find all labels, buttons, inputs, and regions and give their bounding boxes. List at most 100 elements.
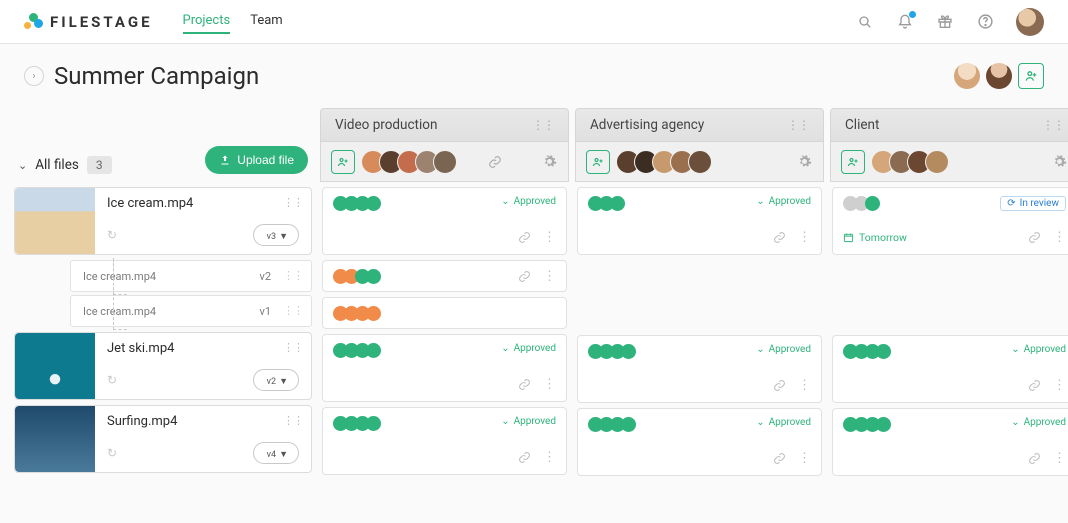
file-row[interactable]: Ice cream.mp4 ⋮⋮ ↻ v3▼ <box>14 187 312 255</box>
file-more-icon[interactable]: ⋮⋮ <box>283 414 303 427</box>
review-card[interactable]: ⌄ Approved ⋮ <box>832 408 1068 476</box>
search-icon[interactable] <box>856 13 874 31</box>
card-more-icon[interactable]: ⋮ <box>1053 378 1066 393</box>
link-icon[interactable] <box>770 449 788 467</box>
review-card[interactable]: ⌄ Approved ⋮ <box>577 187 822 255</box>
card-more-icon[interactable]: ⋮ <box>798 378 811 393</box>
review-dots <box>333 343 381 358</box>
chevron-down-icon: ⌄ <box>18 159 27 172</box>
review-card[interactable]: ⌄ Approved ⋮ <box>322 334 567 402</box>
file-version-row[interactable]: Ice cream.mp4 v1 ⋮⋮ <box>70 295 312 327</box>
file-count-badge: 3 <box>87 156 112 174</box>
notifications-icon[interactable] <box>896 13 914 31</box>
status-approved: ⌄ Approved <box>501 196 556 207</box>
status-in-review: ⟳ In review <box>1000 196 1066 211</box>
reviewer-avatars[interactable] <box>361 150 457 174</box>
nav-tabs: Projects Team <box>183 9 283 34</box>
link-icon[interactable] <box>515 448 533 466</box>
card-more-icon[interactable]: ⋮ <box>798 451 811 466</box>
file-more-icon[interactable]: ⋮⋮ <box>283 269 303 282</box>
stage-header[interactable]: Video production ⋮⋮ <box>320 108 569 142</box>
review-card[interactable]: ⌄ Approved ⋮ <box>322 187 567 255</box>
status-approved: ⌄ Approved <box>756 344 811 355</box>
help-icon[interactable] <box>976 13 994 31</box>
review-card[interactable]: ⌄ Approved ⋮ <box>577 408 822 476</box>
file-row[interactable]: Surfing.mp4 ⋮⋮ ↻ v4▼ <box>14 405 312 473</box>
brand-text: FILESTAGE <box>50 13 153 31</box>
review-dots <box>333 306 381 321</box>
tree-line-icon <box>113 258 127 330</box>
stage-column: Client ⋮⋮ ⟳ In review <box>830 108 1068 481</box>
gift-icon[interactable] <box>936 13 954 31</box>
review-card[interactable] <box>322 297 567 329</box>
add-reviewer-button[interactable] <box>331 150 355 174</box>
add-project-member-button[interactable] <box>1018 63 1044 89</box>
add-reviewer-button[interactable] <box>586 150 610 174</box>
version-selector[interactable]: v3▼ <box>253 224 299 246</box>
card-more-icon[interactable]: ⋮ <box>543 450 556 465</box>
logo[interactable]: FILESTAGE <box>24 13 153 31</box>
refresh-icon[interactable]: ↻ <box>107 446 117 460</box>
gear-icon[interactable] <box>1050 153 1068 171</box>
link-icon[interactable] <box>515 267 533 285</box>
reviewer-avatars[interactable] <box>871 150 949 174</box>
review-card[interactable]: ⌄ Approved ⋮ <box>832 335 1068 403</box>
tab-team[interactable]: Team <box>250 9 283 34</box>
card-more-icon[interactable]: ⋮ <box>543 377 556 392</box>
gear-icon[interactable] <box>540 153 558 171</box>
card-more-icon[interactable]: ⋮ <box>798 230 811 245</box>
link-icon[interactable] <box>770 376 788 394</box>
logo-mark-icon <box>24 13 42 31</box>
project-member-avatar[interactable] <box>954 63 980 89</box>
link-icon[interactable] <box>1025 228 1043 246</box>
due-date: Tomorrow <box>843 231 907 244</box>
add-reviewer-button[interactable] <box>841 150 865 174</box>
review-card[interactable]: ⋮ <box>322 260 567 292</box>
review-card[interactable]: ⌄ Approved ⋮ <box>577 335 822 403</box>
collapse-icon[interactable]: › <box>24 66 44 86</box>
upload-file-button[interactable]: Upload file <box>205 146 308 174</box>
file-more-icon[interactable]: ⋮⋮ <box>283 304 303 317</box>
file-name: Ice cream.mp4 <box>107 196 299 211</box>
file-more-icon[interactable]: ⋮⋮ <box>283 196 303 209</box>
card-more-icon[interactable]: ⋮ <box>1053 451 1066 466</box>
review-card[interactable]: ⌄ Approved ⋮ <box>322 407 567 475</box>
link-icon[interactable] <box>1025 449 1043 467</box>
link-icon[interactable] <box>486 153 504 171</box>
stage-header[interactable]: Advertising agency ⋮⋮ <box>575 108 824 142</box>
calendar-icon <box>843 232 854 243</box>
stage-header[interactable]: Client ⋮⋮ <box>830 108 1068 142</box>
review-card[interactable]: ⟳ In review Tomorrow ⋮ <box>832 187 1068 255</box>
drag-handle-icon[interactable]: ⋮⋮ <box>532 118 554 132</box>
version-selector[interactable]: v2▼ <box>253 369 299 391</box>
reviewer-avatars[interactable] <box>616 150 712 174</box>
file-more-icon[interactable]: ⋮⋮ <box>283 341 303 354</box>
file-version-row[interactable]: Ice cream.mp4 v2 ⋮⋮ <box>70 260 312 292</box>
review-dots <box>843 417 891 432</box>
card-more-icon[interactable]: ⋮ <box>543 269 556 284</box>
link-icon[interactable] <box>1025 376 1043 394</box>
all-files-toggle[interactable]: ⌄ All files 3 <box>18 156 112 174</box>
user-avatar[interactable] <box>1016 8 1044 36</box>
link-icon[interactable] <box>770 228 788 246</box>
card-more-icon[interactable]: ⋮ <box>1053 230 1066 245</box>
drag-handle-icon[interactable]: ⋮⋮ <box>1042 118 1064 132</box>
project-member-avatar[interactable] <box>986 63 1012 89</box>
link-icon[interactable] <box>515 228 533 246</box>
link-icon[interactable] <box>515 375 533 393</box>
file-thumbnail <box>15 406 95 472</box>
refresh-icon[interactable]: ↻ <box>107 373 117 387</box>
status-approved: ⌄ Approved <box>501 416 556 427</box>
stage-name: Client <box>845 117 879 133</box>
project-title: Summer Campaign <box>54 62 259 90</box>
tab-projects[interactable]: Projects <box>183 9 231 34</box>
file-row[interactable]: Jet ski.mp4 ⋮⋮ ↻ v2▼ <box>14 332 312 400</box>
drag-handle-icon[interactable]: ⋮⋮ <box>787 118 809 132</box>
card-more-icon[interactable]: ⋮ <box>543 230 556 245</box>
version-selector[interactable]: v4▼ <box>253 442 299 464</box>
files-column: ⌄ All files 3 Upload file Ice cream.mp4 … <box>12 108 314 481</box>
gear-icon[interactable] <box>795 153 813 171</box>
review-dots <box>843 344 891 359</box>
refresh-icon[interactable]: ↻ <box>107 228 117 242</box>
stage-column: Video production ⋮⋮ ⌄ <box>320 108 569 481</box>
